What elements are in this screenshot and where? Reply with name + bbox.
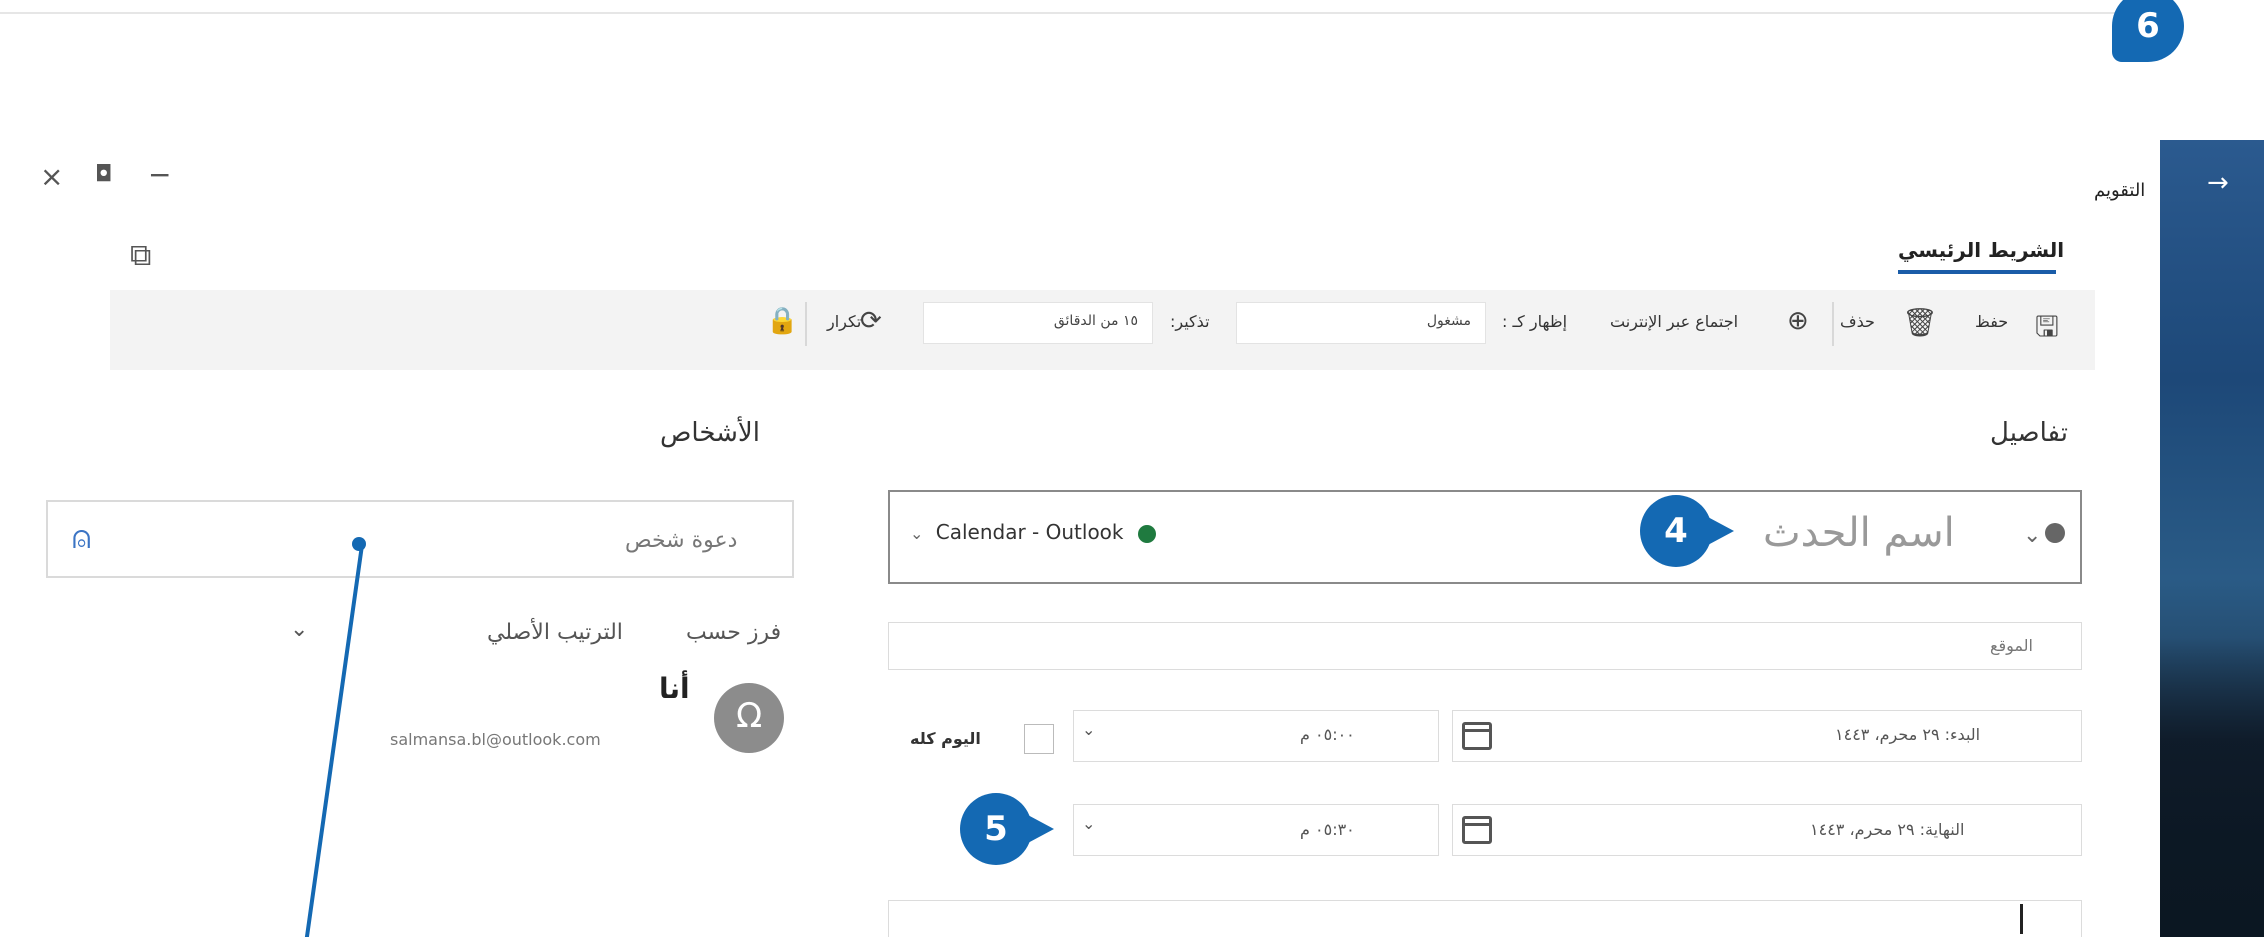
location-field[interactable] xyxy=(888,622,2082,670)
start-time-field[interactable] xyxy=(1073,710,1439,762)
callout-4: 4 xyxy=(1640,495,1734,567)
delete-button[interactable]: حذف xyxy=(1840,312,1875,331)
reminder-dropdown[interactable]: ١٥ من الدقائق xyxy=(923,302,1153,344)
person-icon[interactable]: ⍝ xyxy=(72,518,91,557)
online-meeting-icon[interactable]: ⊕ xyxy=(1787,306,1809,336)
show-as-dropdown[interactable]: مشغول xyxy=(1236,302,1486,344)
ribbon-separator xyxy=(805,302,807,346)
start-date-value: البدء: ٢٩ محرم، ١٤٤٣ xyxy=(1835,725,1980,744)
chevron-down-icon[interactable]: ⌄ xyxy=(2023,523,2041,548)
repeat-button[interactable]: تكرار xyxy=(827,312,861,331)
end-date: ٢٩ محرم، ١٤٤٣ xyxy=(1810,820,1915,839)
show-as-label: إظهار كـ : xyxy=(1502,312,1568,331)
calendar-color-dot xyxy=(1137,524,1156,543)
delete-icon[interactable]: 🗑 xyxy=(1902,306,1938,339)
calendar-selector[interactable]: ⌄ Calendar - Outlook xyxy=(910,520,1156,544)
category-dot-icon[interactable] xyxy=(2045,523,2065,543)
close-icon[interactable]: × xyxy=(40,160,63,193)
reminder-label: تذكير: xyxy=(1170,312,1210,331)
text-cursor xyxy=(2020,904,2023,934)
ribbon-separator xyxy=(1832,302,1834,346)
repeat-icon[interactable]: ⟳ xyxy=(860,306,882,336)
avatar: Ω xyxy=(714,683,784,753)
tab-home-underline xyxy=(1898,270,2056,274)
all-day-label: اليوم كله xyxy=(910,729,981,748)
start-time-value: ٠٥:٠٠ م xyxy=(1300,725,1355,744)
notes-field[interactable] xyxy=(888,900,2082,937)
invite-person-placeholder: دعوة شخص xyxy=(625,528,738,553)
me-name: أنا xyxy=(659,672,690,705)
start-label: البدء: xyxy=(1944,725,1981,744)
calendar-selector-label: Calendar - Outlook xyxy=(935,520,1124,544)
chevron-down-icon[interactable]: ⌄ xyxy=(1082,814,1095,833)
calendar-icon[interactable] xyxy=(1462,722,1492,750)
expand-arrow-icon[interactable]: → xyxy=(2207,168,2229,198)
calendar-side-strip xyxy=(2160,140,2264,937)
minimize-icon[interactable]: − xyxy=(148,158,171,191)
people-heading: الأشخاص xyxy=(660,418,760,448)
end-time-value: ٠٥:٣٠ م xyxy=(1300,820,1355,839)
save-icon[interactable]: 🖫 xyxy=(2035,306,2059,354)
calendar-icon[interactable] xyxy=(1462,816,1492,844)
callout-6: 6 xyxy=(2112,0,2184,62)
callout-5: 5 xyxy=(960,793,1054,865)
sort-value[interactable]: الترتيب الأصلي xyxy=(487,620,623,645)
save-button[interactable]: حفظ xyxy=(1975,312,2008,331)
end-date-value: النهاية: ٢٩ محرم، ١٤٤٣ xyxy=(1810,820,1964,839)
end-time-field[interactable] xyxy=(1073,804,1439,856)
details-heading: تفاصيل xyxy=(1990,418,2068,448)
leader-line xyxy=(300,545,364,937)
me-email: salmansa.bl@outlook.com xyxy=(390,730,601,749)
start-date: ٢٩ محرم، ١٤٤٣ xyxy=(1835,725,1940,744)
online-meeting-button[interactable]: اجتماع عبر الإنترنت xyxy=(1610,312,1738,331)
sort-label: فرز حسب xyxy=(686,620,782,645)
chevron-down-icon[interactable]: ⌄ xyxy=(1082,720,1095,739)
location-placeholder: الموقع xyxy=(1990,636,2033,655)
end-label: النهاية: xyxy=(1919,820,1965,839)
tab-home[interactable]: الشريط الرئيسي xyxy=(1898,238,2064,262)
lock-icon[interactable]: 🔒 xyxy=(766,306,798,336)
all-day-checkbox[interactable] xyxy=(1024,724,1054,754)
window-title: التقويم xyxy=(2094,180,2146,201)
start-date-field[interactable] xyxy=(1452,710,2082,762)
end-date-field[interactable] xyxy=(1452,804,2082,856)
restore-icon[interactable]: ◘ xyxy=(95,162,112,187)
popout-icon[interactable]: ⧉ xyxy=(130,238,151,273)
chevron-down-icon[interactable]: ⌄ xyxy=(290,617,308,642)
event-name-input[interactable]: اسم الحدث xyxy=(1763,510,1955,556)
top-divider xyxy=(0,12,2150,14)
screenshot-root: { "window": { "title": "التقويم", "close… xyxy=(0,0,2264,937)
chevron-down-icon: ⌄ xyxy=(910,524,924,543)
